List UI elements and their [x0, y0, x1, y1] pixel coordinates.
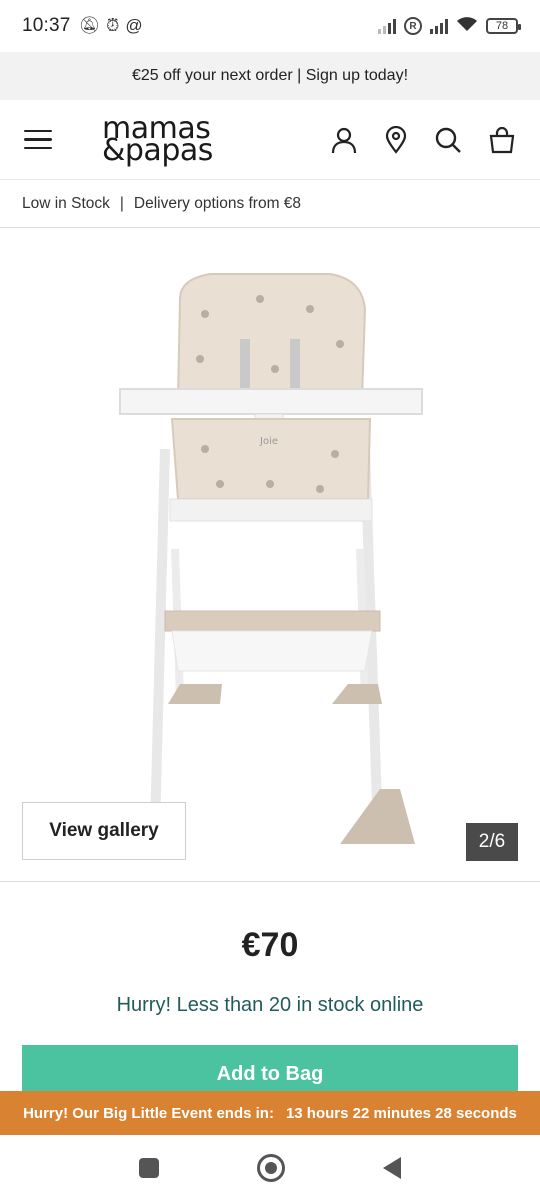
- system-nav-bar: [0, 1135, 540, 1200]
- promo-banner[interactable]: €25 off your next order | Sign up today!: [0, 52, 540, 100]
- recent-apps-icon[interactable]: [139, 1157, 159, 1178]
- stock-message: Hurry! Less than 20 in stock online: [116, 994, 424, 1016]
- status-system-icons: R 78: [378, 16, 521, 37]
- battery-level: 78: [495, 20, 509, 32]
- signal-icon-2: [430, 18, 448, 34]
- product-image-highchair: Joie: [119, 273, 423, 844]
- product-gallery[interactable]: Joie View gallery 2/6: [0, 229, 540, 882]
- back-icon[interactable]: [383, 1156, 401, 1179]
- signal-icon: [378, 18, 396, 34]
- bag-icon[interactable]: [488, 126, 516, 154]
- promo-text[interactable]: €25 off your next order | Sign up today!: [132, 67, 408, 85]
- home-icon[interactable]: [257, 1153, 285, 1182]
- countdown-banner[interactable]: Hurry! Our Big Little Event ends in: 13 …: [0, 1091, 540, 1135]
- at-sign-icon: @: [125, 16, 143, 35]
- wifi-icon: [456, 16, 478, 37]
- account-icon[interactable]: [330, 126, 358, 154]
- countdown-timer: 13 hours 22 minutes 28 seconds: [285, 1104, 517, 1122]
- image-counter: 2/6: [466, 823, 518, 861]
- search-icon[interactable]: [434, 126, 462, 154]
- availability-line: Low in Stock | Delivery options from €8: [0, 180, 540, 228]
- countdown-label: Hurry! Our Big Little Event ends in:: [23, 1104, 274, 1122]
- header-actions: [330, 125, 516, 154]
- stock-status: Low in Stock: [22, 194, 110, 212]
- battery-icon: 78: [486, 18, 521, 34]
- brand-mark: Joie: [259, 436, 278, 447]
- status-time: 10:37: [22, 15, 71, 36]
- brand-logo[interactable]: mamas &papas: [102, 113, 213, 168]
- site-header: mamas &papas: [0, 100, 540, 180]
- roaming-icon: R: [404, 17, 422, 35]
- logo-line-2: &papas: [102, 132, 213, 168]
- separator: |: [119, 194, 124, 212]
- view-gallery-button[interactable]: View gallery: [22, 802, 186, 860]
- bell-off-icon: 🔕︎: [78, 16, 101, 35]
- product-price: €70: [241, 926, 299, 964]
- status-bar: 10:37 🔕︎ ⏰︎ @ R 78: [0, 0, 540, 52]
- alarm-icon: ⏰︎: [106, 16, 120, 35]
- store-locator-icon[interactable]: [384, 125, 408, 154]
- status-notification-icons: 🔕︎ ⏰︎ @: [79, 16, 143, 36]
- menu-icon[interactable]: [24, 129, 52, 150]
- delivery-options-link[interactable]: Delivery options from €8: [134, 195, 301, 213]
